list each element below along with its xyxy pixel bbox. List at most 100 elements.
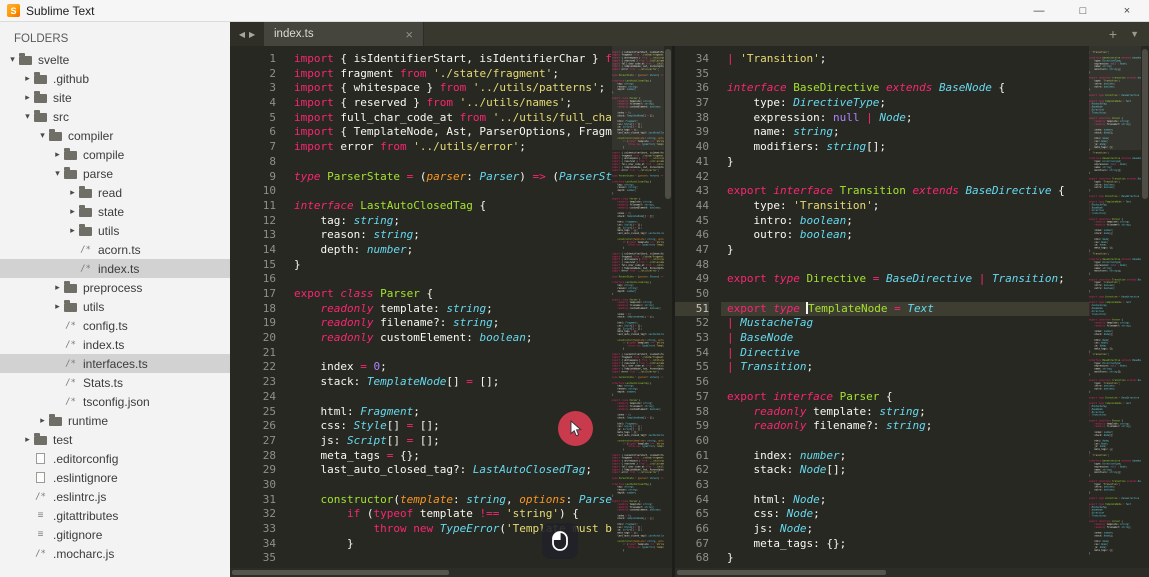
code-line[interactable]	[288, 184, 612, 199]
code-line[interactable]: js: Node;	[721, 522, 1089, 537]
tree-file-.eslintrc.js[interactable]: /*.eslintrc.js	[0, 487, 230, 506]
code-line[interactable]: modifiers: string[];	[721, 140, 1089, 155]
code-line[interactable]: name: string;	[721, 125, 1089, 140]
minimap[interactable]: | 'Transition';interface BaseDirective e…	[1089, 46, 1141, 577]
code-line[interactable]: export type TemplateNode = Text	[721, 302, 1089, 317]
tree-folder-test[interactable]: ▸test	[0, 430, 230, 449]
tree-folder-preprocess[interactable]: ▸preprocess	[0, 278, 230, 297]
code-line[interactable]: html: Node;	[721, 493, 1089, 508]
tree-file-.gitattributes[interactable]: ≡.gitattributes	[0, 506, 230, 525]
chevron-right-icon[interactable]: ▸	[21, 434, 34, 445]
code-line[interactable]	[721, 170, 1089, 185]
code-line[interactable]: type ParserState = (parser: Parser) => (…	[288, 170, 612, 185]
code-line[interactable]	[721, 287, 1089, 302]
tree-file-acorn.ts[interactable]: /*acorn.ts	[0, 240, 230, 259]
code-line[interactable]: readonly template: string;	[288, 302, 612, 317]
tree-folder-compile[interactable]: ▸compile	[0, 145, 230, 164]
code-line[interactable]: meta_tags: {};	[721, 537, 1089, 552]
tree-file-index.ts[interactable]: /*index.ts	[0, 259, 230, 278]
tree-folder-read[interactable]: ▸read	[0, 183, 230, 202]
code-line[interactable]: tag: string;	[288, 214, 612, 229]
tree-folder-.github[interactable]: ▸.github	[0, 69, 230, 88]
code-line[interactable]	[721, 434, 1089, 449]
tree-file-Stats.ts[interactable]: /*Stats.ts	[0, 373, 230, 392]
code-line[interactable]: }	[721, 243, 1089, 258]
code-line[interactable]: stack: Node[];	[721, 463, 1089, 478]
vertical-scrollbar-thumb[interactable]	[1142, 49, 1148, 199]
tree-folder-parse[interactable]: ▾parse	[0, 164, 230, 183]
code-line[interactable]	[721, 478, 1089, 493]
tree-folder-utils[interactable]: ▸utils	[0, 297, 230, 316]
code-line[interactable]: | 'Transition';	[721, 52, 1089, 67]
code-line[interactable]: export interface Parser {	[721, 390, 1089, 405]
tree-folder-runtime[interactable]: ▸runtime	[0, 411, 230, 430]
code-line[interactable]	[288, 346, 612, 361]
code-line[interactable]: export class Parser {	[288, 287, 612, 302]
chevron-right-icon[interactable]: ▸	[66, 225, 79, 236]
code-line[interactable]: if (typeof template !== 'string') {	[288, 507, 612, 522]
code-line[interactable]: index: number;	[721, 449, 1089, 464]
vertical-scrollbar[interactable]	[664, 46, 672, 568]
nav-back-icon[interactable]: ◀	[239, 30, 245, 39]
code-line[interactable]: import { whitespace } from '../utils/pat…	[288, 81, 612, 96]
code-line[interactable]: stack: TemplateNode[] = [];	[288, 375, 612, 390]
tree-file-interfaces.ts[interactable]: /*interfaces.ts	[0, 354, 230, 373]
code-line[interactable]: export interface Transition extends Base…	[721, 184, 1089, 199]
code-line[interactable]: import { TemplateNode, Ast, ParserOption…	[288, 125, 612, 140]
tab-close-icon[interactable]: ×	[405, 27, 413, 42]
tree-folder-site[interactable]: ▸site	[0, 88, 230, 107]
code-area[interactable]: | 'Transition'; interface BaseDirective e…	[721, 46, 1089, 577]
chevron-down-icon[interactable]: ▾	[21, 111, 34, 122]
chevron-right-icon[interactable]: ▸	[51, 301, 64, 312]
code-line[interactable]: intro: boolean;	[721, 214, 1089, 229]
chevron-down-icon[interactable]: ▾	[36, 130, 49, 141]
tree-file-config.ts[interactable]: /*config.ts	[0, 316, 230, 335]
chevron-right-icon[interactable]: ▸	[21, 92, 34, 103]
line-number-gutter[interactable]: 1234567891011121314151617181920212223242…	[230, 46, 288, 577]
code-line[interactable]: }	[721, 155, 1089, 170]
chevron-down-icon[interactable]: ▾	[6, 54, 19, 65]
tree-file-.eslintignore[interactable]: .eslintignore	[0, 468, 230, 487]
code-line[interactable]: | MustacheTag	[721, 316, 1089, 331]
maximize-button[interactable]: □	[1061, 0, 1105, 22]
vertical-scrollbar-thumb[interactable]	[665, 49, 671, 199]
horizontal-scrollbar-thumb[interactable]	[232, 570, 449, 575]
chevron-right-icon[interactable]: ▸	[51, 149, 64, 160]
code-line[interactable]: readonly customElement: boolean;	[288, 331, 612, 346]
code-line[interactable]	[288, 390, 612, 405]
chevron-down-icon[interactable]: ▾	[51, 168, 64, 179]
code-line[interactable]: outro: boolean;	[721, 228, 1089, 243]
tab-overflow-icon[interactable]: ▼	[1130, 29, 1139, 39]
minimize-button[interactable]: —	[1017, 0, 1061, 22]
nav-forward-icon[interactable]: ▶	[249, 30, 255, 39]
new-tab-icon[interactable]: +	[1109, 26, 1117, 42]
code-line[interactable]	[288, 272, 612, 287]
horizontal-scrollbar-thumb[interactable]	[677, 570, 886, 575]
vertical-scrollbar[interactable]	[1141, 46, 1149, 568]
code-line[interactable]: | Directive	[721, 346, 1089, 361]
code-line[interactable]	[288, 478, 612, 493]
code-line[interactable]: import full_char_code_at from '../utils/…	[288, 111, 612, 126]
code-line[interactable]	[721, 258, 1089, 273]
code-line[interactable]	[288, 155, 612, 170]
code-line[interactable]: depth: number;	[288, 243, 612, 258]
code-line[interactable]: readonly filename?: string;	[721, 419, 1089, 434]
chevron-right-icon[interactable]: ▸	[51, 282, 64, 293]
code-line[interactable]: expression: null | Node;	[721, 111, 1089, 126]
close-button[interactable]: ×	[1105, 0, 1149, 22]
code-line[interactable]: type: 'Transition';	[721, 199, 1089, 214]
code-line[interactable]: css: Node;	[721, 507, 1089, 522]
code-line[interactable]: readonly template: string;	[721, 405, 1089, 420]
code-line[interactable]: constructor(template: string, options: P…	[288, 493, 612, 508]
horizontal-scrollbar[interactable]	[675, 568, 1149, 577]
code-line[interactable]: type: DirectiveType;	[721, 96, 1089, 111]
tree-file-.editorconfig[interactable]: .editorconfig	[0, 449, 230, 468]
line-number-gutter[interactable]: 3435363738394041424344454647484950515253…	[675, 46, 721, 577]
tree-file-.gitignore[interactable]: ≡.gitignore	[0, 525, 230, 544]
code-line[interactable]: interface BaseDirective extends BaseNode…	[721, 81, 1089, 96]
chevron-right-icon[interactable]: ▸	[66, 206, 79, 217]
code-line[interactable]: import { isIdentifierStart, isIdentifier…	[288, 52, 612, 67]
code-area[interactable]: import { isIdentifierStart, isIdentifier…	[288, 46, 612, 577]
minimap[interactable]: import { isIdentifierStart, isIdentifier…	[612, 46, 664, 577]
tree-file-.mocharc.js[interactable]: /*.mocharc.js	[0, 544, 230, 563]
